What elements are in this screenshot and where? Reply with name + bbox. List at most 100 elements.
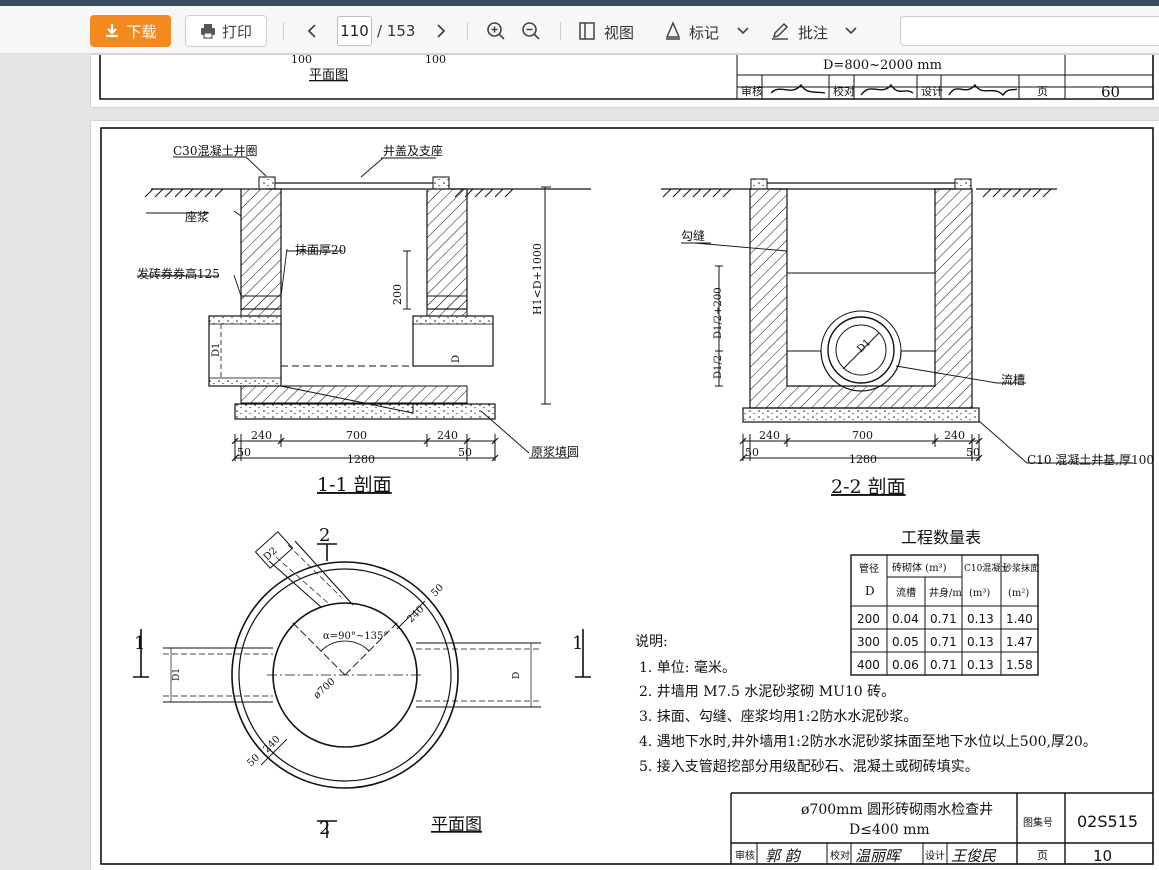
- zoom-out-icon: [522, 22, 540, 40]
- annotate-icon-button[interactable]: [767, 18, 793, 44]
- dim-240-right-22: 240: [944, 429, 965, 442]
- review-label: 审核: [735, 849, 755, 862]
- chevron-left-icon: [307, 24, 316, 38]
- view-icon-button[interactable]: [574, 18, 600, 44]
- prev-grade-text: D=800~2000 mm: [823, 58, 942, 73]
- label-joint: 勾缝: [681, 228, 705, 243]
- chevron-right-icon: [437, 24, 446, 38]
- cell-channel: 0.04: [892, 612, 919, 626]
- dim-d1-half-200: D1/2+200: [713, 287, 724, 339]
- atlas-label: 图集号: [1023, 816, 1053, 829]
- prev-plan-label: 平面图: [309, 68, 348, 83]
- table-title: 工程数量表: [901, 528, 981, 547]
- dim-240-plan-lower: 240: [261, 734, 282, 755]
- cell-d: 300: [857, 635, 880, 649]
- search-input[interactable]: [900, 16, 1159, 46]
- dim-1280: 1280: [347, 453, 375, 466]
- note-item: 2. 井墙用 M7.5 水泥砂浆砌 MU10 砖。: [639, 684, 895, 700]
- view-menu[interactable]: 视图: [604, 22, 634, 43]
- dim-angle: α=90°~135°: [323, 631, 388, 642]
- plan-view: [133, 531, 591, 838]
- dim-50-plan-upper: 50: [429, 582, 446, 599]
- page-number: 10: [1093, 847, 1112, 865]
- annotate-dropdown-button[interactable]: [838, 18, 864, 44]
- highlighter-icon: [665, 21, 681, 40]
- dim-50-right: 50: [458, 446, 472, 459]
- title-line-2: D≤400 mm: [849, 822, 930, 838]
- view-icon: [579, 22, 595, 40]
- dim-1280-22: 1280: [849, 453, 877, 466]
- zoom-out-button[interactable]: [518, 18, 544, 44]
- label-channel: 流槽: [1001, 373, 1025, 387]
- section-2-2: [661, 178, 1133, 464]
- annotate-menu[interactable]: 批注: [798, 22, 828, 43]
- dim-height: H1<D+1000: [531, 243, 544, 315]
- dim-d-plan: D: [512, 672, 522, 679]
- zoom-in-button[interactable]: [483, 18, 509, 44]
- prev-dim-left: 100: [291, 55, 312, 66]
- label-base-fill: 原浆填圆: [531, 444, 579, 459]
- review-signature: 郭 韵: [765, 847, 802, 865]
- label-arch: 发砖券券高125: [137, 266, 220, 281]
- cell-concrete: 0.13: [967, 612, 994, 626]
- printer-icon: [200, 24, 215, 39]
- note-item: 4. 遇地下水时,井外墙用1:2防水水泥砂浆抹面至地下水位以上500,厚20。: [639, 734, 1097, 750]
- mark-icon-button[interactable]: [660, 18, 686, 44]
- dim-700-22: 700: [852, 429, 873, 442]
- dim-50-left: 50: [237, 446, 251, 459]
- toolbar-divider: [467, 22, 468, 40]
- mark-dropdown-button[interactable]: [730, 18, 756, 44]
- print-label: 打印: [221, 22, 252, 41]
- cell-plaster: 1.47: [1006, 635, 1033, 649]
- plan-title: 平面图: [431, 815, 482, 835]
- cell-channel: 0.05: [892, 635, 919, 649]
- prev-check-label: 校对: [833, 84, 855, 98]
- th-channel: 流槽: [896, 586, 916, 599]
- cell-plaster: 1.58: [1006, 658, 1033, 672]
- cell-wall: 0.71: [930, 612, 957, 626]
- dim-d1-plan: D1: [172, 668, 182, 681]
- label-cover: 井盖及支座: [383, 143, 443, 158]
- prev-dim-right: 100: [425, 55, 446, 66]
- page-number-input[interactable]: 110: [337, 16, 372, 46]
- prev-page-number: 60: [1101, 83, 1120, 101]
- dim-240-left: 240: [251, 429, 272, 442]
- cell-plaster: 1.40: [1006, 612, 1033, 626]
- dim-d1-half: D1/2: [713, 355, 724, 379]
- dim-240-left-22: 240: [759, 429, 780, 442]
- dim-240-plan-upper: 240: [405, 604, 426, 625]
- prev-page-button[interactable]: [299, 18, 325, 44]
- dim-200: 200: [391, 284, 404, 305]
- label-mortar: 座浆: [185, 209, 209, 224]
- print-button[interactable]: 打印: [185, 15, 267, 47]
- previous-page-drawing: 100 100 平面图 D=800~2000 mm 审核 校对 设计 页 60: [99, 55, 1154, 101]
- dim-50-right-22: 50: [966, 446, 980, 459]
- mark-menu[interactable]: 标记: [689, 22, 719, 43]
- pen-icon: [772, 22, 789, 40]
- cell-channel: 0.06: [892, 658, 919, 672]
- cell-concrete: 0.13: [967, 658, 994, 672]
- table-row: 300 0.05 0.71 0.13 1.47: [857, 635, 1033, 649]
- note-item: 3. 抹面、勾缝、座浆均用1:2防水水泥砂浆。: [639, 709, 917, 725]
- next-page-button[interactable]: [428, 18, 454, 44]
- download-button[interactable]: 下载: [90, 15, 171, 47]
- signature-mark: [770, 83, 826, 94]
- design-signature: 王俊民: [951, 847, 997, 865]
- cell-d: 400: [857, 658, 880, 672]
- cell-concrete: 0.13: [967, 635, 994, 649]
- dim-50-left-22: 50: [745, 446, 759, 459]
- label-plaster: 抹面厚20: [295, 243, 346, 257]
- current-page: C30混凝土井圈 井盖及支座 座浆 抹面厚20 发砖券券高125 原浆填圆 20…: [91, 121, 1159, 870]
- atlas-number: 02S515: [1077, 812, 1138, 831]
- design-label: 设计: [925, 849, 945, 862]
- cut-mark-bottom: 2: [319, 818, 330, 839]
- dim-50-plan-lower: 50: [245, 752, 262, 769]
- manhole-drawing: C30混凝土井圈 井盖及支座 座浆 抹面厚20 发砖券券高125 原浆填圆 20…: [100, 127, 1154, 865]
- download-icon: [106, 24, 119, 38]
- prev-review-label: 审核: [741, 84, 763, 98]
- notes-heading: 说明:: [635, 634, 668, 650]
- label-ring: C30混凝土井圈: [173, 143, 257, 158]
- toolbar-divider: [283, 22, 284, 40]
- dim-700: 700: [346, 429, 367, 442]
- th-plaster-unit: (m²): [1008, 588, 1029, 599]
